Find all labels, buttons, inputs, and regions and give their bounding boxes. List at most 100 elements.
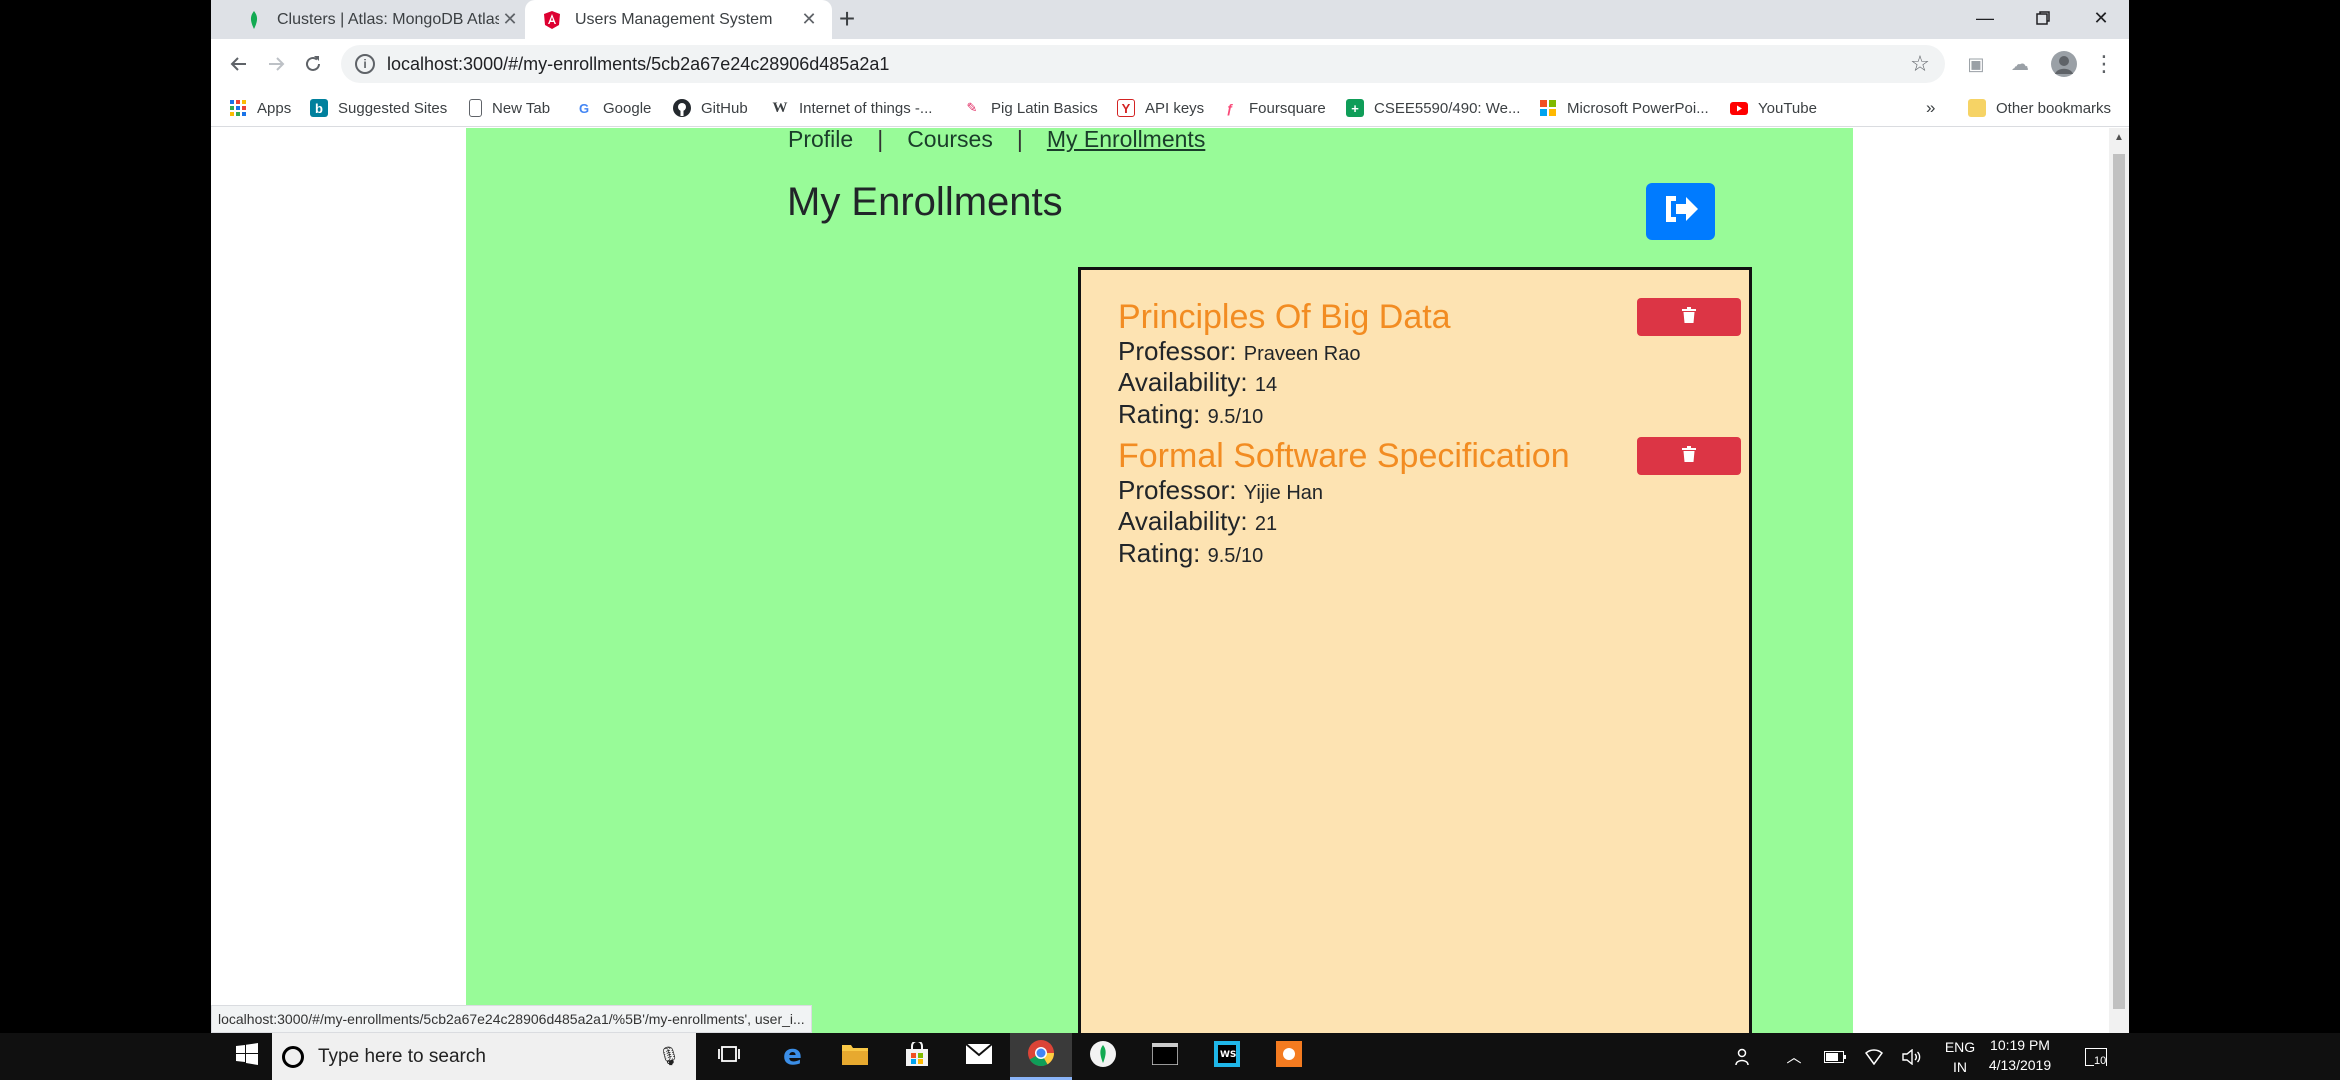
other-bookmarks[interactable]: Other bookmarks xyxy=(1968,89,2111,127)
bookmark-label: Pig Latin Basics xyxy=(991,99,1098,117)
page-icon xyxy=(469,99,482,117)
taskbar-store[interactable] xyxy=(886,1033,948,1080)
menu-kebab-icon[interactable]: ⋮ xyxy=(2089,49,2119,79)
task-view-button[interactable] xyxy=(698,1033,760,1080)
bookmark-label: Google xyxy=(603,99,652,117)
nav-separator: | xyxy=(1016,128,1023,152)
chrome-icon xyxy=(1028,1039,1055,1071)
nav-profile-link[interactable]: Profile xyxy=(788,128,853,153)
rating-label: Rating: xyxy=(1118,538,1201,568)
bookmark-foursquare[interactable]: ƒ Foursquare xyxy=(1221,89,1326,127)
tab-users-management[interactable]: Users Management System ✕ xyxy=(525,0,832,39)
rating-line: Rating: 9.5/10 xyxy=(1118,538,1263,569)
taskbar-mail[interactable] xyxy=(948,1033,1010,1080)
profile-avatar[interactable] xyxy=(2049,49,2079,79)
bookmarks-overflow-chevron[interactable]: » xyxy=(1926,89,1935,127)
trash-icon xyxy=(1682,445,1696,467)
taskbar-edge[interactable]: e xyxy=(762,1033,824,1080)
availability-value: 14 xyxy=(1254,374,1278,396)
svg-text:WS: WS xyxy=(1220,1050,1236,1060)
bookmark-label: GitHub xyxy=(701,99,748,117)
site-info-icon[interactable]: i xyxy=(355,54,375,74)
battery-icon[interactable] xyxy=(1820,1033,1850,1080)
angular-icon xyxy=(543,10,561,29)
availability-label: Availability: xyxy=(1118,506,1248,536)
bookmark-csee[interactable]: + CSEE5590/490: We... xyxy=(1346,89,1520,127)
terminal-icon xyxy=(1151,1042,1179,1070)
close-window-button[interactable]: ✕ xyxy=(2072,0,2130,36)
professor-label: Professor: xyxy=(1118,336,1237,366)
maximize-button[interactable] xyxy=(2014,0,2072,36)
microsoft-icon xyxy=(1539,99,1557,117)
microphone-icon[interactable]: 🎙 xyxy=(654,1046,684,1067)
svg-text:e: e xyxy=(783,1041,802,1067)
bookmark-api-keys[interactable]: Y API keys xyxy=(1117,89,1204,127)
taskbar-search[interactable]: Type here to search 🎙 xyxy=(272,1033,696,1080)
taskbar-file-explorer[interactable] xyxy=(824,1033,886,1080)
professor-line: Professor: Yijie Han xyxy=(1118,475,1323,506)
taskbar-terminal[interactable] xyxy=(1134,1033,1196,1080)
task-view-icon xyxy=(718,1044,740,1069)
bookmark-label: API keys xyxy=(1145,99,1205,117)
apps-grid-icon xyxy=(229,99,247,117)
wifi-icon[interactable] xyxy=(1860,1033,1888,1080)
bookmark-google[interactable]: G Google xyxy=(575,89,651,127)
extension-icon[interactable]: ▣ xyxy=(1961,49,1991,79)
scrollbar-thumb[interactable] xyxy=(2113,154,2125,1009)
start-button[interactable] xyxy=(222,1033,272,1080)
taskbar-webstorm[interactable]: WS xyxy=(1196,1033,1258,1080)
logout-button[interactable] xyxy=(1646,183,1715,240)
enrollment-item: Principles Of Big Data Professor: Pravee… xyxy=(1081,270,1749,429)
reload-button[interactable] xyxy=(296,47,330,81)
bookmark-iot[interactable]: W Internet of things -... xyxy=(771,89,933,127)
minimize-button[interactable]: — xyxy=(1956,0,2014,36)
clock-date: 4/13/2019 xyxy=(1988,1057,2052,1073)
taskbar-mongodb-compass[interactable] xyxy=(1072,1033,1134,1080)
close-tab-icon[interactable]: ✕ xyxy=(499,9,521,31)
show-hidden-icons-chevron[interactable]: ︿ xyxy=(1780,1033,1808,1080)
delete-enrollment-button[interactable] xyxy=(1637,298,1741,336)
github-icon xyxy=(673,99,691,117)
bookmark-star-icon[interactable]: ☆ xyxy=(1905,51,1935,77)
taskbar-chrome[interactable] xyxy=(1010,1033,1072,1080)
system-clock[interactable]: 10:19 PM 4/13/2019 xyxy=(1980,1035,2060,1075)
browser-toolbar: i localhost:3000/#/my-enrollments/5cb2a6… xyxy=(211,39,2129,89)
bookmark-apps[interactable]: Apps xyxy=(229,89,291,127)
folder-icon xyxy=(1968,99,1986,117)
bookmark-github[interactable]: GitHub xyxy=(673,89,748,127)
trash-icon xyxy=(1682,306,1696,328)
action-center[interactable]: 10 xyxy=(2076,1033,2116,1080)
edge-icon: e xyxy=(780,1038,806,1072)
taskbar-recorder[interactable] xyxy=(1258,1033,1320,1080)
address-bar[interactable]: i localhost:3000/#/my-enrollments/5cb2a6… xyxy=(341,45,1945,83)
browser-window: Clusters | Atlas: MongoDB Atlas ✕ Users … xyxy=(211,0,2129,1033)
page-title: My Enrollments xyxy=(787,180,1063,224)
page-scrollbar[interactable]: ▲ xyxy=(2109,128,2129,1033)
search-placeholder: Type here to search xyxy=(318,1045,486,1067)
bookmark-label: Foursquare xyxy=(1249,99,1326,117)
tab-mongodb-atlas[interactable]: Clusters | Atlas: MongoDB Atlas ✕ xyxy=(227,0,533,39)
new-tab-button[interactable]: + xyxy=(833,5,861,34)
windows-logo-icon xyxy=(236,1043,258,1070)
availability-label: Availability: xyxy=(1118,367,1248,397)
delete-enrollment-button[interactable] xyxy=(1637,437,1741,475)
bookmark-suggested-sites[interactable]: b Suggested Sites xyxy=(310,89,447,127)
cloud-extension-icon[interactable]: ☁ xyxy=(2005,49,2035,79)
close-tab-icon[interactable]: ✕ xyxy=(798,9,820,31)
nav-enrollments-link[interactable]: My Enrollments xyxy=(1047,128,1205,153)
scroll-up-arrow[interactable]: ▲ xyxy=(2109,128,2129,148)
bookmark-youtube[interactable]: YouTube xyxy=(1730,89,1817,127)
bookmark-label: CSEE5590/490: We... xyxy=(1374,99,1521,117)
nav-separator: | xyxy=(877,128,884,152)
back-button[interactable] xyxy=(222,47,256,81)
bookmark-powerpoint[interactable]: Microsoft PowerPoi... xyxy=(1539,89,1709,127)
status-url-bubble: localhost:3000/#/my-enrollments/5cb2a67e… xyxy=(211,1005,812,1033)
tab-strip: Clusters | Atlas: MongoDB Atlas ✕ Users … xyxy=(211,0,2129,39)
people-icon[interactable] xyxy=(1730,1033,1758,1080)
bookmark-pig-latin[interactable]: ✎ Pig Latin Basics xyxy=(963,89,1098,127)
input-language[interactable]: ENG IN xyxy=(1938,1037,1982,1077)
bookmark-new-tab[interactable]: New Tab xyxy=(469,89,550,127)
volume-icon[interactable] xyxy=(1898,1033,1926,1080)
forward-button[interactable] xyxy=(259,47,293,81)
nav-courses-link[interactable]: Courses xyxy=(907,128,993,153)
